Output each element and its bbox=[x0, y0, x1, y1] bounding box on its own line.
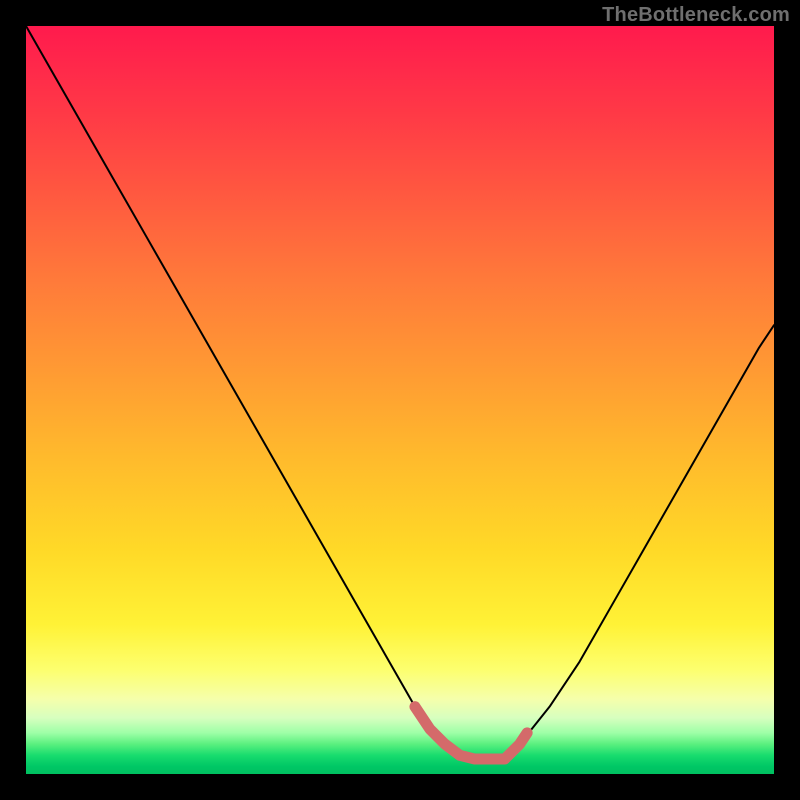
chart-plot-area bbox=[26, 26, 774, 774]
chart-frame: TheBottleneck.com bbox=[0, 0, 800, 800]
watermark-text: TheBottleneck.com bbox=[602, 4, 790, 27]
bottleneck-curve bbox=[26, 26, 774, 759]
chart-svg bbox=[26, 26, 774, 774]
optimal-highlight bbox=[415, 707, 527, 759]
